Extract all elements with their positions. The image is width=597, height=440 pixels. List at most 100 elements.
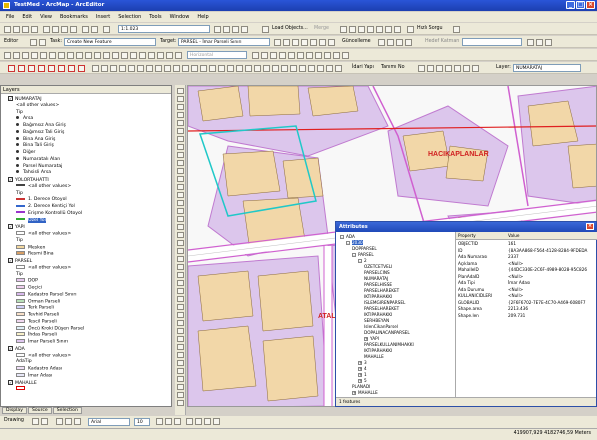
tool-icon[interactable] xyxy=(418,65,425,72)
attribute-value[interactable]: {44DC330E-2C6F-4989-8028-95C826 xyxy=(508,267,587,272)
side-tool-icon[interactable] xyxy=(177,392,184,398)
select-features-icon[interactable] xyxy=(76,52,83,59)
expand-toggle-icon[interactable]: + xyxy=(358,367,362,371)
tool-icon[interactable] xyxy=(263,65,270,72)
tool-icon[interactable] xyxy=(164,65,171,72)
layer-visibility-checkbox[interactable]: ✓ xyxy=(8,177,13,182)
tool-icon[interactable] xyxy=(218,65,225,72)
back-extent-icon[interactable] xyxy=(58,52,65,59)
font-color-icon[interactable] xyxy=(186,418,193,425)
tool-icon[interactable] xyxy=(128,65,135,72)
open-icon[interactable] xyxy=(13,26,20,33)
tool-icon[interactable] xyxy=(396,39,403,46)
layer-visibility-checkbox[interactable]: ✓ xyxy=(8,224,13,230)
tool-icon[interactable] xyxy=(358,26,365,33)
quick-query-button[interactable]: Hızlı Sorgu xyxy=(417,26,443,31)
merge-button[interactable]: Merge xyxy=(314,26,329,31)
tool-icon[interactable] xyxy=(274,39,281,46)
attribute-tree-node[interactable]: IslenCikanParsel xyxy=(364,324,398,329)
tool-icon[interactable] xyxy=(279,52,286,59)
identify-icon[interactable] xyxy=(94,52,101,59)
attributes-close-button[interactable]: × xyxy=(586,223,594,230)
tool-icon[interactable] xyxy=(333,52,340,59)
copy-icon[interactable] xyxy=(52,26,59,33)
tool-icon[interactable] xyxy=(297,52,304,59)
tool-icon[interactable] xyxy=(306,52,313,59)
tool-icon[interactable] xyxy=(387,39,394,46)
attribute-tree-node[interactable]: +4 xyxy=(358,366,367,371)
tool-icon[interactable] xyxy=(427,65,434,72)
tool-icon[interactable] xyxy=(385,26,392,33)
tool-icon[interactable] xyxy=(367,26,374,33)
side-tool-icon[interactable] xyxy=(177,320,184,326)
tool-icon[interactable] xyxy=(92,65,99,72)
pan-icon[interactable] xyxy=(22,52,29,59)
tool-icon[interactable] xyxy=(310,39,317,46)
attributes-tree[interactable]: - ADA -2030 DOPPARSEL - PARSEL -2 OZETCETVELI PA… xyxy=(336,232,456,397)
attribute-tree-node[interactable]: MAHALLE xyxy=(364,354,384,359)
layer-visibility-checkbox[interactable]: ✓ xyxy=(8,96,13,101)
attribute-value[interactable]: 209.731 xyxy=(508,313,525,318)
side-tool-icon[interactable] xyxy=(177,344,184,350)
side-tool-icon[interactable] xyxy=(177,264,184,270)
side-tool-icon[interactable] xyxy=(177,184,184,190)
tool-icon[interactable] xyxy=(173,65,180,72)
tool-icon[interactable] xyxy=(378,39,385,46)
tool-icon[interactable] xyxy=(299,65,306,72)
tab-source[interactable]: Source xyxy=(27,407,52,414)
rectangle-icon[interactable] xyxy=(56,418,63,425)
attribute-tree-node[interactable]: +5 xyxy=(358,378,367,383)
command-line-icon[interactable] xyxy=(232,26,239,33)
text-icon[interactable] xyxy=(65,418,72,425)
menu-edit[interactable]: Edit xyxy=(22,14,32,20)
side-tool-icon[interactable] xyxy=(177,368,184,374)
fill-color-icon[interactable] xyxy=(195,418,202,425)
side-tool-icon[interactable] xyxy=(177,152,184,158)
tab-display[interactable]: Display xyxy=(2,407,27,414)
side-tool-icon[interactable] xyxy=(177,288,184,294)
side-tool-icon[interactable] xyxy=(177,224,184,230)
tool-icon[interactable] xyxy=(139,52,146,59)
menu-file[interactable]: File xyxy=(6,14,14,20)
side-tool-icon[interactable] xyxy=(177,376,184,382)
tool-icon[interactable] xyxy=(245,65,252,72)
tool-icon[interactable] xyxy=(254,65,261,72)
tool-icon[interactable] xyxy=(101,65,108,72)
side-tool-icon[interactable] xyxy=(177,304,184,310)
tool-icon[interactable] xyxy=(272,65,279,72)
edit-tool-icon[interactable] xyxy=(30,39,37,46)
attribute-value[interactable]: {2F6F6702-7E7E-4C70-A469-6080F7 xyxy=(508,300,586,305)
tool-icon[interactable] xyxy=(236,65,243,72)
tool-icon[interactable] xyxy=(536,39,543,46)
undo-icon[interactable] xyxy=(82,26,89,33)
side-tool-icon[interactable] xyxy=(177,216,184,222)
side-tool-icon[interactable] xyxy=(177,160,184,166)
attribute-tree-node[interactable]: PARSELHAREKET xyxy=(364,306,399,311)
tab-selection[interactable]: Selection xyxy=(52,407,82,414)
attribute-tree-node[interactable]: IKTIPARHAKKI xyxy=(364,294,392,299)
font-combo[interactable]: Arial xyxy=(88,418,130,426)
toc-item[interactable]: ✓ MAHALLE xyxy=(8,379,37,386)
side-tool-icon[interactable] xyxy=(177,280,184,286)
maximize-button[interactable]: □ xyxy=(576,1,585,9)
side-tool-icon[interactable] xyxy=(177,296,184,302)
side-tool-icon[interactable] xyxy=(177,128,184,134)
find-icon[interactable] xyxy=(103,52,110,59)
target-layer-combo[interactable] xyxy=(462,38,522,46)
tool-icon[interactable] xyxy=(301,39,308,46)
side-tool-icon[interactable] xyxy=(177,336,184,342)
tool-icon[interactable] xyxy=(292,39,299,46)
attribute-tree-node[interactable]: PARSELHISSE xyxy=(364,282,392,287)
delete-icon[interactable] xyxy=(70,26,77,33)
tool-icon[interactable] xyxy=(130,52,137,59)
drawing-menu[interactable]: Drawing xyxy=(4,418,24,423)
minimize-button[interactable]: _ xyxy=(566,1,575,9)
attribute-tree-node[interactable]: SERHBEYAN xyxy=(364,318,389,323)
menu-window[interactable]: Window xyxy=(170,14,190,20)
expand-toggle-icon[interactable]: + xyxy=(364,337,368,341)
select-pointer-icon[interactable] xyxy=(32,418,39,425)
measure-icon[interactable] xyxy=(112,52,119,59)
attribute-tree-node[interactable]: OZETCETVELI xyxy=(364,264,392,269)
side-tool-icon[interactable] xyxy=(177,360,184,366)
rotate-icon[interactable] xyxy=(41,418,48,425)
